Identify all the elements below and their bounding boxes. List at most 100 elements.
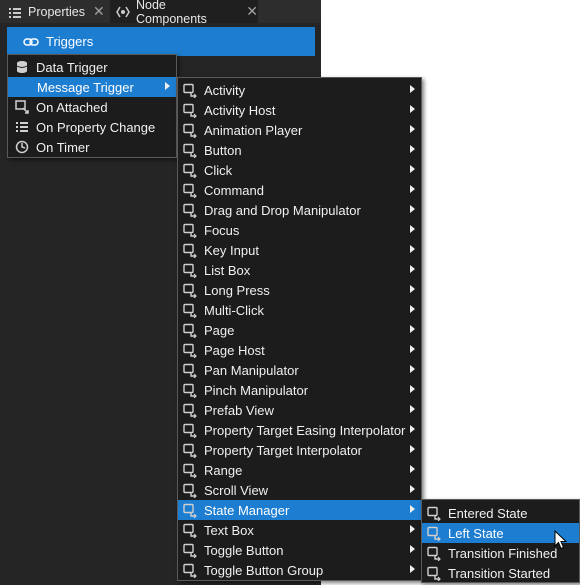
tab-properties[interactable]: Properties ✕ [8,0,108,23]
menu-item-list-box[interactable]: List Box [178,260,421,280]
menu-item-toggle-button-group[interactable]: Toggle Button Group [178,560,421,580]
menu-item-label: Key Input [204,242,259,258]
menu-item-label: Transition Started [448,565,551,581]
property-list-icon [14,119,30,135]
chevron-right-icon [410,405,415,413]
chevron-right-icon [410,85,415,93]
menu-item-range[interactable]: Range [178,460,421,480]
menu-item-button[interactable]: Button [178,140,421,160]
menu-item-label: List Box [204,262,251,278]
focus-icon [182,222,198,238]
close-icon[interactable]: ✕ [246,3,258,20]
menu-item-label: Prefab View [204,402,274,418]
chevron-right-icon [410,245,415,253]
chevron-right-icon [410,345,415,353]
menu-item-label: Page Host [204,342,265,358]
chevron-right-icon [410,425,415,433]
menu-item-state-manager[interactable]: State Manager [178,500,421,520]
move-icon [182,202,198,218]
text-box-icon [182,522,198,538]
chevron-right-icon [410,385,415,393]
pan-icon [182,362,198,378]
menu-item-page[interactable]: Page [178,320,421,340]
chevron-right-icon [410,565,415,573]
page-host-icon [182,342,198,358]
attach-icon [14,99,30,115]
menu-item-activity[interactable]: Activity [178,80,421,100]
menu-item-label: On Attached [36,99,108,115]
multi-click-icon [182,302,198,318]
chevron-right-icon [410,205,415,213]
chevron-right-icon [410,285,415,293]
menu-item-message-trigger[interactable]: Message Trigger [8,77,176,97]
menu-item-label: On Timer [36,139,90,155]
menu-item-page-host[interactable]: Page Host [178,340,421,360]
chevron-right-icon [410,485,415,493]
menu-item-key-input[interactable]: Key Input [178,240,421,260]
triggers-button[interactable]: Triggers [7,27,315,56]
activity-host-icon [182,102,198,118]
menu-item-label: Text Box [204,522,254,538]
menu-item-on-timer[interactable]: On Timer [8,137,176,157]
list-box-icon [182,262,198,278]
menu-item-text-box[interactable]: Text Box [178,520,421,540]
menu-item-property-target-interpolator[interactable]: Property Target Interpolator [178,440,421,460]
menu-item-label: Message Trigger [37,79,134,95]
menu-item-label: Left State [448,525,504,541]
menu-item-label: Long Press [204,282,270,298]
state-icon [426,525,442,541]
key-icon [182,242,198,258]
close-icon[interactable]: ✕ [93,3,105,20]
menu-item-label: Pinch Manipulator [204,382,309,398]
menu-item-label: Data Trigger [36,59,108,75]
menu-item-label: Activity [204,82,246,98]
menu-item-pan-manipulator[interactable]: Pan Manipulator [178,360,421,380]
menu-item-property-target-easing-interpolator[interactable]: Property Target Easing Interpolator [178,420,421,440]
command-icon [182,182,198,198]
menu-item-label: State Manager [204,502,290,518]
state-icon [426,505,442,521]
chevron-right-icon [410,185,415,193]
menu-item-click[interactable]: Click [178,160,421,180]
component-icon [116,5,130,19]
scroll-icon [182,482,198,498]
range-icon [182,462,198,478]
menu-item-command[interactable]: Command [178,180,421,200]
menu-item-on-property-change[interactable]: On Property Change [8,117,176,137]
chevron-right-icon [410,465,415,473]
menu-item-label: Button [204,142,242,158]
animation-icon [182,122,198,138]
menu-item-on-attached[interactable]: On Attached [8,97,176,117]
tab-node-components[interactable]: Node Components ✕ [110,0,258,26]
tab-bar: Properties ✕ Node Components ✕ [0,0,321,26]
chevron-right-icon [410,165,415,173]
menu-item-pinch-manipulator[interactable]: Pinch Manipulator [178,380,421,400]
menu-item-prefab-view[interactable]: Prefab View [178,400,421,420]
menu-item-label: Scroll View [204,482,269,498]
menu-item-multi-click[interactable]: Multi-Click [178,300,421,320]
toggle-group-icon [182,562,198,578]
button-icon [182,142,198,158]
chevron-right-icon [410,125,415,133]
menu-item-toggle-button[interactable]: Toggle Button [178,540,421,560]
state-icon [426,565,442,581]
tab-label: Node Components [136,0,207,26]
menu-item-focus[interactable]: Focus [178,220,421,240]
menu-item-data-trigger[interactable]: Data Trigger [8,57,176,77]
menu-item-drag-and-drop-manipulator[interactable]: Drag and Drop Manipulator [178,200,421,220]
menu-item-label: Click [204,162,233,178]
prefab-icon [182,402,198,418]
menu-item-long-press[interactable]: Long Press [178,280,421,300]
state-manager-icon [182,502,198,518]
menu-item-label: Command [204,182,264,198]
timer-icon [14,139,30,155]
menu-item-scroll-view[interactable]: Scroll View [178,480,421,500]
menu-item-label: Activity Host [204,102,276,118]
menu-item-transition-started[interactable]: Transition Started [422,563,579,583]
chevron-right-icon [410,505,415,513]
menu-item-activity-host[interactable]: Activity Host [178,100,421,120]
tab-label: Properties [28,4,85,19]
menu-item-entered-state[interactable]: Entered State [422,503,579,523]
mouse-cursor-icon [554,530,568,550]
menu-item-animation-player[interactable]: Animation Player [178,120,421,140]
